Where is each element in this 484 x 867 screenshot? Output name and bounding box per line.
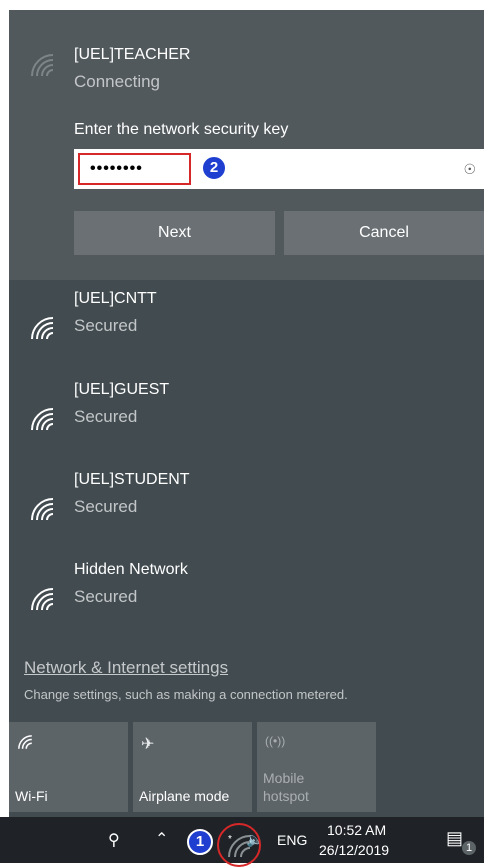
- active-network-section: [UEL]TEACHER Connecting Enter the networ…: [9, 10, 484, 280]
- tile-label-line1: Mobile: [263, 770, 305, 786]
- network-flyout: [UEL]TEACHER Connecting Enter the networ…: [9, 10, 484, 817]
- wifi-signal-icon: [29, 52, 55, 78]
- wifi-signal-icon: [29, 496, 55, 522]
- wifi-signal-icon: [29, 586, 55, 612]
- next-button[interactable]: Next: [74, 211, 275, 255]
- security-key-input[interactable]: •••••••• ☉: [74, 149, 484, 189]
- wifi-signal-icon: [29, 406, 55, 432]
- clock-time[interactable]: 10:52 AM: [327, 822, 386, 838]
- chevron-up-icon[interactable]: ⌃: [155, 829, 168, 849]
- clock-date[interactable]: 26/12/2019: [319, 842, 389, 858]
- network-ssid: [UEL]CNTT: [74, 290, 157, 307]
- network-status: Secured: [74, 587, 138, 606]
- tile-label: Wi-Fi: [15, 788, 48, 804]
- hotspot-icon: ((•)): [265, 734, 286, 748]
- tile-label: Airplane mode: [139, 788, 230, 804]
- mobile-hotspot-tile[interactable]: ((•)) Mobile hotspot: [257, 722, 376, 812]
- wifi-toggle-tile[interactable]: Wi-Fi: [9, 722, 128, 812]
- network-status: Secured: [74, 407, 138, 426]
- annotation-badge-2: 2: [201, 155, 227, 181]
- tile-label-line2: hotspot: [263, 788, 309, 804]
- network-ssid: [UEL]GUEST: [74, 381, 170, 398]
- eye-icon[interactable]: ☉: [463, 161, 476, 178]
- action-center-icon[interactable]: ▤: [446, 828, 463, 849]
- airplane-icon: ✈: [141, 736, 155, 753]
- network-ssid: [UEL]STUDENT: [74, 471, 190, 488]
- network-status: Secured: [74, 316, 138, 335]
- network-settings-description: Change settings, such as making a connec…: [24, 687, 348, 702]
- wifi-signal-icon: [29, 315, 55, 341]
- password-mask: ••••••••: [78, 153, 191, 185]
- network-status: Secured: [74, 497, 138, 516]
- airplane-mode-tile[interactable]: ✈ Airplane mode: [133, 722, 252, 812]
- active-network-status: Connecting: [74, 72, 161, 91]
- active-network-ssid: [UEL]TEACHER: [74, 46, 191, 63]
- cancel-button[interactable]: Cancel: [284, 211, 484, 255]
- highlight-circle: [217, 823, 261, 867]
- language-indicator[interactable]: ENG: [277, 832, 307, 848]
- annotation-badge-1: 1: [187, 829, 213, 855]
- network-ssid: Hidden Network: [74, 561, 188, 578]
- network-settings-link[interactable]: Network & Internet settings: [24, 658, 228, 678]
- notification-count: 1: [462, 841, 476, 855]
- people-icon[interactable]: ⚲: [108, 830, 120, 850]
- security-key-prompt: Enter the network security key: [74, 121, 289, 138]
- wifi-icon: [17, 734, 33, 755]
